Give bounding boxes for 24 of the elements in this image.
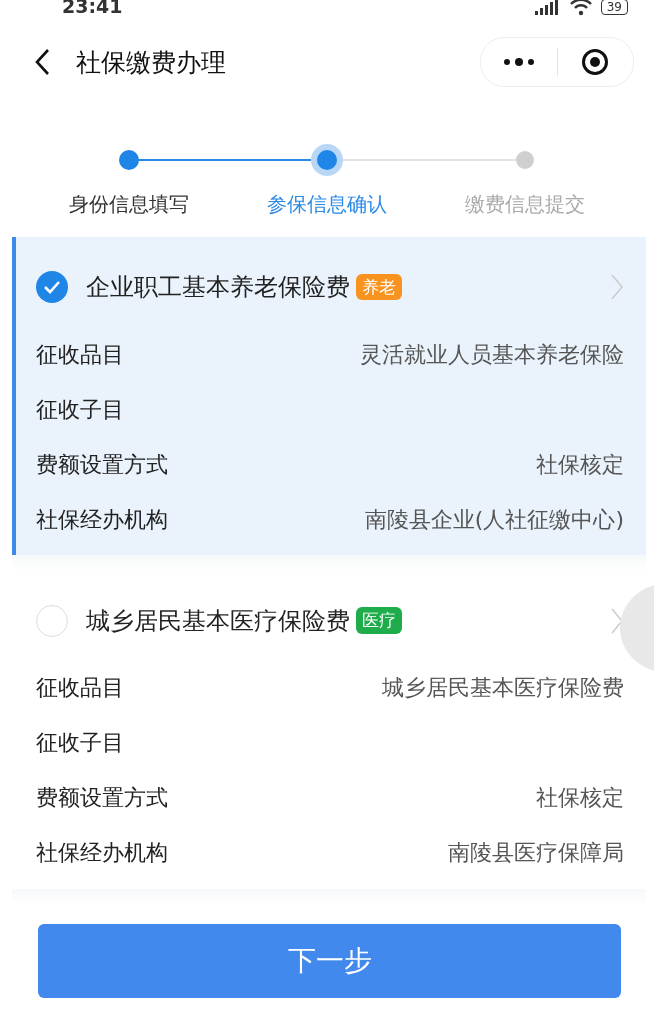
step-label: 缴费信息提交: [465, 191, 585, 219]
field-value: 城乡居民基本医疗保险费: [382, 674, 624, 703]
card-title: 城乡居民基本医疗保险费: [86, 605, 350, 637]
card-title: 企业职工基本养老保险费: [86, 272, 350, 304]
field-label: 征收子目: [36, 729, 124, 758]
battery-icon: 39: [600, 0, 628, 15]
field-label: 征收子目: [36, 395, 124, 424]
category-tag: 养老: [356, 273, 402, 301]
field-label: 征收品目: [36, 674, 124, 703]
field-label: 社保经办机构: [36, 839, 168, 868]
field-label: 费额设置方式: [36, 784, 168, 813]
field-value: 社保核定: [536, 450, 624, 479]
field-value: 社保核定: [536, 784, 624, 813]
page-title: 社保缴费办理: [76, 46, 227, 79]
field-value: 灵活就业人员基本养老保险: [360, 340, 624, 369]
field-label: 费额设置方式: [36, 450, 168, 479]
field-value: 南陵县企业(人社征缴中心): [364, 505, 624, 534]
field-label: 社保经办机构: [36, 505, 168, 534]
field-value: 南陵县医疗保障局: [448, 839, 624, 868]
category-tag: 医疗: [356, 607, 402, 635]
insurance-card[interactable]: 企业职工基本养老保险费 养老 征收品目 灵活就业人员基本养老保险 征收子目 费额设置方式 社保核定 社保经办机构 南陵县企业(人社征缴中心): [12, 237, 646, 556]
field-label: 征收品目: [36, 340, 124, 369]
step-label: 身份信息填写: [69, 191, 189, 219]
step-label: 参保信息确认: [267, 191, 387, 219]
